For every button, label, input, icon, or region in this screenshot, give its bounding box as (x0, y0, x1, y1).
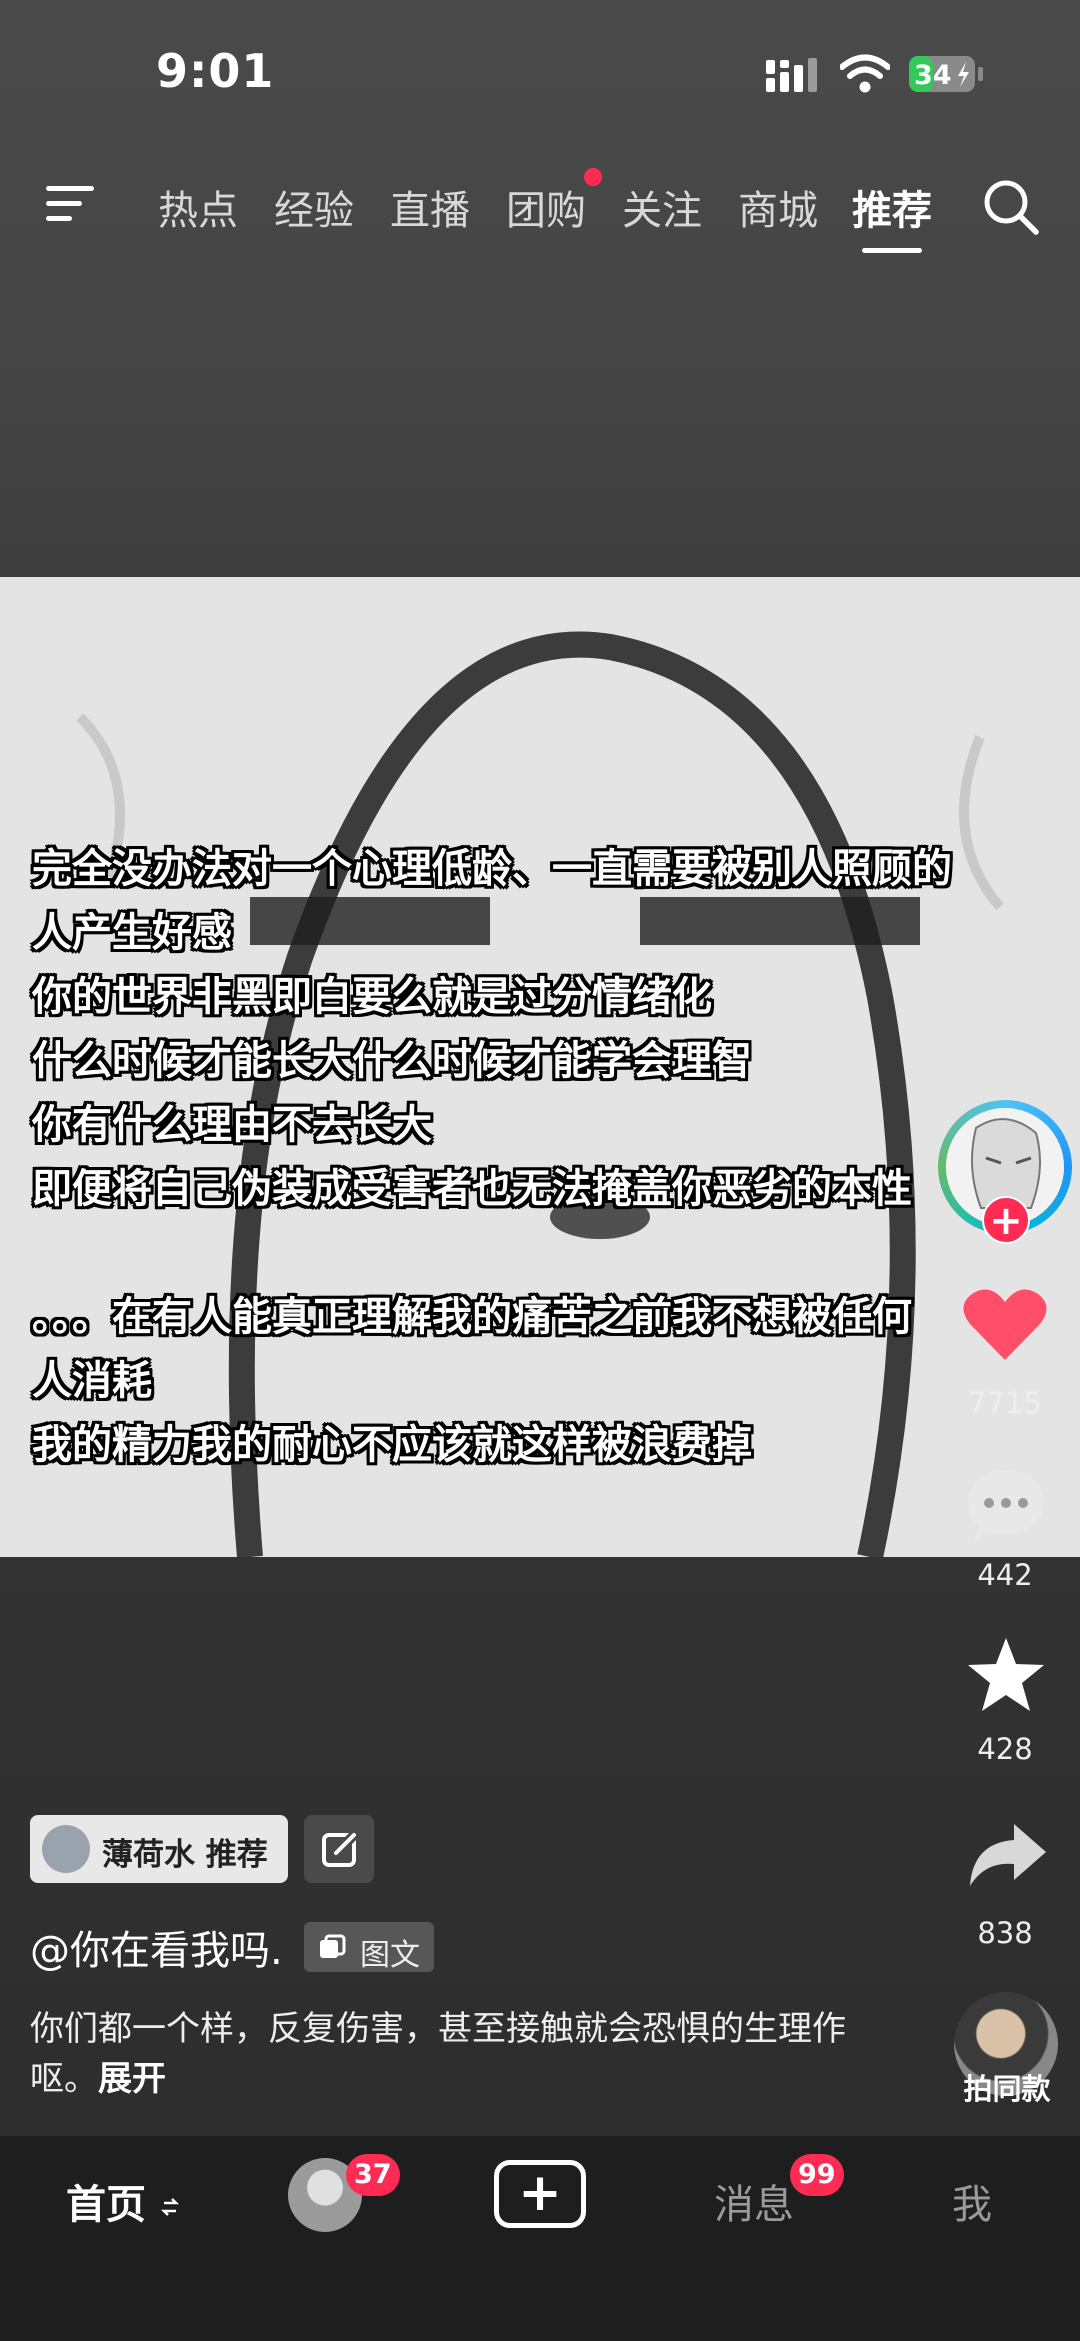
comment-count: 442 (977, 1558, 1033, 1592)
nav-me[interactable]: 我 (952, 2172, 992, 2230)
recommend-chip[interactable]: 薄荷水 推荐 (30, 1815, 288, 1883)
overlay-line: 完全没办法对一个心理低龄、一直需要被别人照顾的 (32, 846, 952, 892)
status-bar: 9:01 34 (0, 0, 1080, 150)
wifi-icon (840, 54, 890, 93)
cellular-signal-icon (766, 58, 817, 92)
remix-label[interactable]: 拍同款 (940, 2066, 1074, 2108)
tab-mall[interactable]: 商城 (738, 178, 818, 236)
nav-home[interactable]: 首页 (66, 2172, 180, 2230)
overlay-text-block: 完全没办法对一个心理低龄、一直需要被别人照顾的 人产生好感 你的世界非黑即白要么… (32, 837, 1072, 1477)
bottom-nav: 首页 37 + 消息 99 我 (0, 2136, 1080, 2341)
nav-home-label: 首页 (66, 2182, 146, 2228)
overlay-line: 什么时候才能长大什么时候才能学会理智 (32, 1038, 752, 1084)
overlay-line: 即便将自己伪装成受害者也无法掩盖你恶劣的本性 (32, 1166, 912, 1212)
like-heart-icon[interactable] (962, 1286, 1048, 1362)
search-icon[interactable] (982, 178, 1040, 236)
nav-messages[interactable]: 消息 (714, 2172, 794, 2230)
share-arrow-icon[interactable] (968, 1822, 1048, 1888)
comment-icon[interactable] (964, 1466, 1048, 1546)
tab-recommended[interactable]: 推荐 (852, 178, 932, 236)
post-image[interactable]: 完全没办法对一个心理低龄、一直需要被别人照顾的 人产生好感 你的世界非黑即白要么… (0, 577, 1080, 1557)
like-count: 7715 (968, 1386, 1042, 1420)
friends-badge: 37 (346, 2154, 400, 2196)
overlay-line: 。。。在有人能真正理解我的痛苦之前我不想被任何 (32, 1294, 912, 1340)
favorite-count: 428 (977, 1732, 1033, 1766)
overlay-line: 你有什么理由不去长大 (32, 1102, 432, 1148)
top-nav: 热点 经验 直播 团购 关注 商城 推荐 (0, 160, 1080, 260)
recommend-chip-label: 薄荷水 推荐 (102, 1837, 268, 1873)
switch-arrows-icon (160, 2198, 179, 2216)
messages-badge: 99 (790, 2154, 844, 2196)
tab-experience[interactable]: 经验 (274, 178, 354, 236)
menu-icon[interactable] (44, 182, 100, 226)
overlay-line: 你的世界非黑即白要么就是过分情绪化 (32, 974, 712, 1020)
battery-level: 34 (914, 60, 952, 91)
battery-icon: 34 (909, 56, 983, 92)
plus-icon: + (518, 2163, 562, 2223)
status-time: 9:01 (156, 44, 275, 98)
tab-following[interactable]: 关注 (622, 178, 702, 236)
image-text-icon (320, 1934, 346, 1958)
edit-icon (322, 1829, 360, 1867)
share-count: 838 (977, 1916, 1033, 1950)
overlay-line: 人产生好感 (32, 910, 232, 956)
create-post-button[interactable]: + (494, 2160, 586, 2228)
recommender-avatar (42, 1825, 90, 1873)
overlay-line: 我的精力我的耐心不应该就这样被浪费掉 (32, 1422, 752, 1468)
favorite-star-icon[interactable] (966, 1636, 1046, 1714)
post-description: 你们都一个样，反复伤害，甚至接触就会恐惧的生理作呕。展开 (30, 2004, 850, 2104)
overlay-spacer (32, 1221, 1072, 1285)
author-name[interactable]: @你在看我吗. (30, 1918, 283, 1976)
notification-dot (584, 168, 602, 186)
follow-button[interactable]: + (982, 1196, 1030, 1244)
overlay-line: 人消耗 (32, 1358, 152, 1404)
active-tab-indicator (862, 248, 922, 253)
tab-group-buy[interactable]: 团购 (506, 178, 586, 236)
edit-button[interactable] (304, 1815, 374, 1883)
expand-link[interactable]: 展开 (98, 2059, 166, 2099)
post-type-chip: 图文 (304, 1922, 434, 1973)
post-type-label: 图文 (360, 1938, 420, 1973)
tab-live[interactable]: 直播 (390, 178, 470, 236)
tab-hot[interactable]: 热点 (158, 178, 238, 236)
